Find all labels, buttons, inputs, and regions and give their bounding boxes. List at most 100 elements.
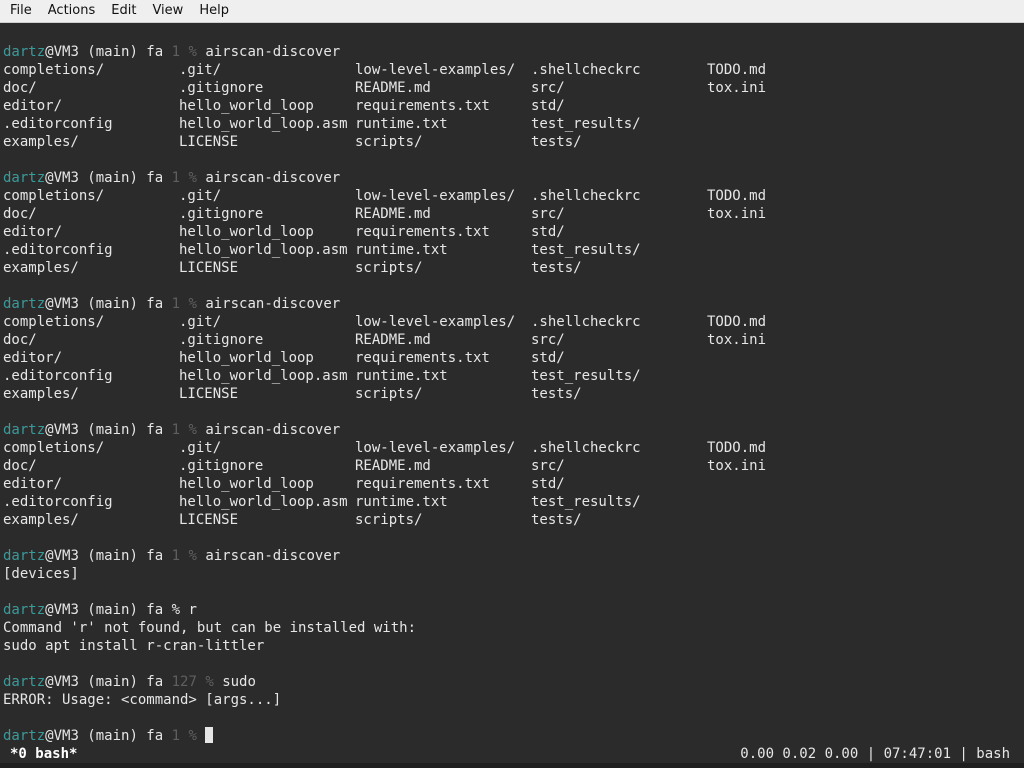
- listing-entry: doc/: [3, 458, 37, 474]
- listing-entry: src/: [531, 206, 565, 222]
- listing-entry: low-level-examples/: [355, 62, 516, 78]
- listing-entry: requirements.txt: [355, 224, 490, 240]
- prompt-line: dartz@VM3 (main) fa 1 % airscan-discover: [3, 169, 1024, 187]
- listing-entry: low-level-examples/: [355, 188, 516, 204]
- listing-entry: runtime.txt: [355, 242, 448, 258]
- listing-entry: README.md: [355, 458, 431, 474]
- listing-entry: scripts/: [355, 512, 423, 528]
- listing-entry: tox.ini: [707, 332, 767, 348]
- listing-entry: README.md: [355, 80, 431, 96]
- listing-entry: hello_world_loop: [179, 476, 314, 492]
- terminal-output-area[interactable]: dartz@VM3 (main) fa 1 % airscan-discover…: [0, 23, 1024, 745]
- listing-entry: .gitignore: [179, 80, 264, 96]
- listing-entry: tests/: [531, 134, 582, 150]
- command-text: airscan-discover: [205, 44, 341, 60]
- listing-entry: test_results/: [531, 116, 641, 132]
- directory-listing: completions/ .git/low-level-examples/ .she…: [3, 439, 1024, 529]
- listing-entry: TODO.md: [707, 440, 767, 456]
- listing-entry: completions/: [3, 314, 105, 330]
- menu-help[interactable]: Help: [193, 0, 235, 22]
- prompt-line: dartz@VM3 (main) fa 127 % sudo: [3, 673, 1024, 691]
- listing-entry: .editorconfig: [3, 116, 113, 132]
- listing-entry: std/: [531, 476, 565, 492]
- window-list[interactable]: *0 bash*: [0, 745, 77, 763]
- listing-entry: doc/: [3, 80, 37, 96]
- listing-entry: TODO.md: [707, 62, 767, 78]
- listing-entry: .git/: [179, 188, 222, 204]
- prompt-user: dartz: [3, 170, 46, 186]
- listing-entry: completions/: [3, 440, 105, 456]
- command-text: airscan-discover: [205, 296, 341, 312]
- listing-entry: src/: [531, 332, 565, 348]
- listing-entry: requirements.txt: [355, 98, 490, 114]
- prompt-exit-code: 1: [171, 548, 181, 564]
- prompt-host: @VM3 (main) fa: [45, 548, 172, 564]
- listing-entry: LICENSE: [179, 512, 239, 528]
- listing-entry: tox.ini: [707, 80, 767, 96]
- prompt-exit-code: 1: [171, 44, 181, 60]
- tmux-status-bar: *0 bash* 0.00 0.02 0.00 | 07:47:01 | bas…: [0, 745, 1024, 763]
- output-line: [devices]: [3, 566, 79, 582]
- directory-listing: completions/ .git/low-level-examples/ .she…: [3, 61, 1024, 151]
- listing-entry: [707, 223, 883, 241]
- listing-entry: completions/: [3, 188, 105, 204]
- listing-entry: tox.ini: [707, 458, 767, 474]
- prompt-user: dartz: [3, 296, 46, 312]
- listing-entry: .shellcheckrc: [531, 440, 641, 456]
- listing-entry: scripts/: [355, 386, 423, 402]
- listing-entry: examples/: [3, 134, 79, 150]
- listing-entry: examples/: [3, 386, 79, 402]
- listing-entry: LICENSE: [179, 386, 239, 402]
- menu-bar: File Actions Edit View Help: [0, 0, 1024, 23]
- command-text: airscan-discover: [205, 422, 341, 438]
- listing-entry: [707, 385, 883, 403]
- prompt-line: dartz@VM3 (main) fa 1 % airscan-discover: [3, 43, 1024, 61]
- listing-entry: editor/: [3, 350, 63, 366]
- prompt-host: @VM3 (main) fa: [45, 728, 172, 744]
- listing-entry: scripts/: [355, 134, 423, 150]
- listing-entry: [707, 259, 883, 277]
- menu-file[interactable]: File: [4, 0, 38, 22]
- listing-entry: .gitignore: [179, 206, 264, 222]
- prompt-host: @VM3 (main) fa: [45, 44, 172, 60]
- listing-entry: .gitignore: [179, 332, 264, 348]
- listing-entry: test_results/: [531, 494, 641, 510]
- listing-entry: std/: [531, 350, 565, 366]
- prompt-exit-code: 127: [171, 674, 197, 690]
- listing-entry: std/: [531, 224, 565, 240]
- listing-entry: editor/: [3, 224, 63, 240]
- listing-entry: runtime.txt: [355, 116, 448, 132]
- listing-entry: LICENSE: [179, 134, 239, 150]
- directory-listing: completions/ .git/low-level-examples/ .she…: [3, 313, 1024, 403]
- listing-entry: src/: [531, 80, 565, 96]
- listing-entry: hello_world_loop.asm: [179, 368, 348, 384]
- prompt-line: dartz@VM3 (main) fa 1 % airscan-discover: [3, 421, 1024, 439]
- listing-entry: .gitignore: [179, 458, 264, 474]
- prompt-line: dartz@VM3 (main) fa 1 % airscan-discover: [3, 547, 1024, 565]
- output-line: ERROR: Usage: <command> [args...]: [3, 692, 282, 708]
- listing-entry: editor/: [3, 476, 63, 492]
- prompt-user: dartz: [3, 602, 46, 618]
- prompt-user: dartz: [3, 674, 46, 690]
- listing-entry: [707, 493, 883, 511]
- menu-edit[interactable]: Edit: [105, 0, 142, 22]
- prompt-sign: %: [180, 44, 206, 60]
- prompt-host: @VM3 (main) fa: [45, 170, 172, 186]
- listing-entry: .shellcheckrc: [531, 62, 641, 78]
- listing-entry: hello_world_loop: [179, 350, 314, 366]
- prompt-sign: %: [180, 170, 206, 186]
- prompt-sign: %: [171, 602, 189, 618]
- menu-view[interactable]: View: [146, 0, 189, 22]
- command-text: airscan-discover: [205, 548, 341, 564]
- listing-entry: tests/: [531, 512, 582, 528]
- listing-entry: examples/: [3, 260, 79, 276]
- output-line: sudo apt install r-cran-littler: [3, 638, 265, 654]
- listing-entry: TODO.md: [707, 314, 767, 330]
- listing-entry: examples/: [3, 512, 79, 528]
- menu-actions[interactable]: Actions: [42, 0, 102, 22]
- current-prompt-line[interactable]: dartz@VM3 (main) fa 1 %: [3, 727, 1024, 745]
- listing-entry: hello_world_loop.asm: [179, 116, 348, 132]
